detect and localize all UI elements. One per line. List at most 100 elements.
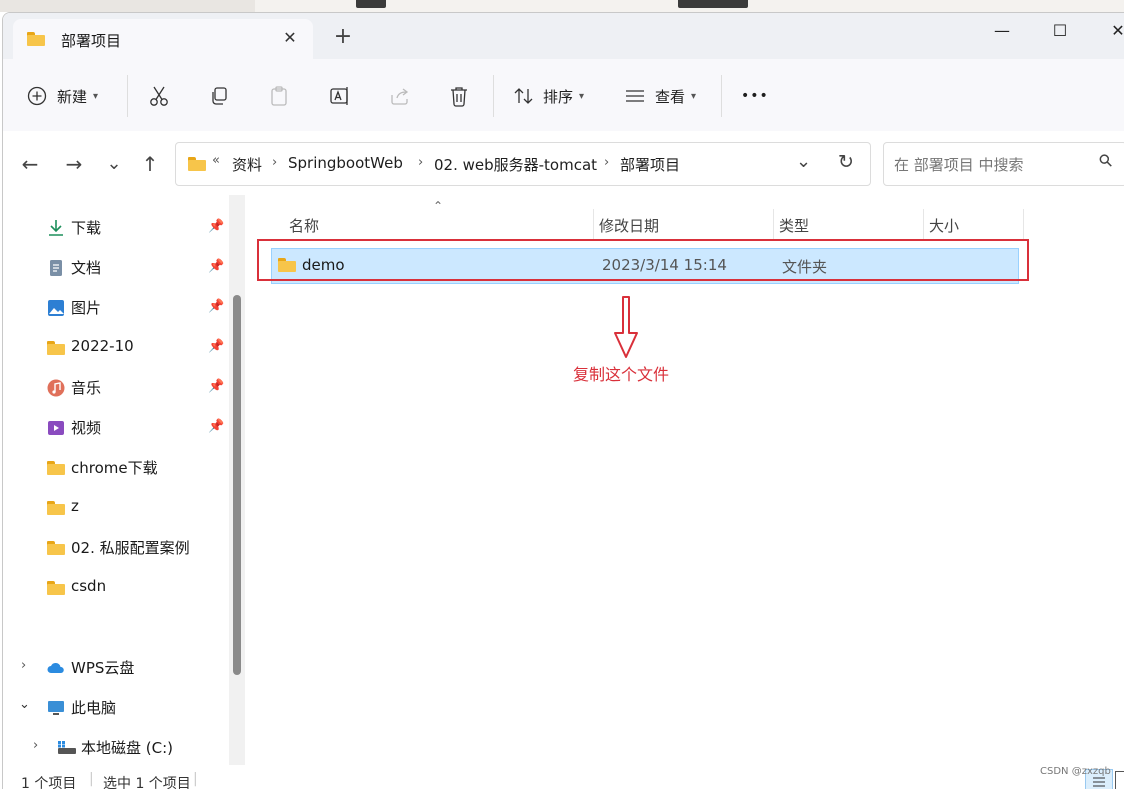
- new-tab-button[interactable]: +: [329, 23, 357, 51]
- divider: |: [193, 771, 198, 787]
- sort-label: 排序: [543, 87, 574, 106]
- pin-icon: 📌: [208, 259, 225, 274]
- pictures-icon: [48, 300, 64, 316]
- rename-button[interactable]: [329, 81, 351, 111]
- column-divider[interactable]: [1023, 209, 1024, 239]
- more-options-button[interactable]: •••: [741, 81, 769, 111]
- column-divider[interactable]: [773, 209, 774, 239]
- address-dropdown-button[interactable]: ⌄: [796, 151, 811, 172]
- chevron-down-icon[interactable]: ⌄: [19, 697, 30, 712]
- pin-icon: 📌: [208, 419, 225, 434]
- sidebar-item-label: 图片: [71, 299, 102, 317]
- sidebar-item-z[interactable]: z: [3, 488, 217, 528]
- title-bar: 部署项目 ✕ + — ☐ ✕: [3, 13, 1124, 59]
- paste-button[interactable]: [269, 81, 289, 111]
- pin-icon: 📌: [208, 299, 225, 314]
- folder-icon: [47, 499, 65, 517]
- up-button[interactable]: ↑: [135, 149, 165, 179]
- search-box[interactable]: 在 部署项目 中搜索 ⚲: [883, 142, 1124, 186]
- navigation-pane: 下载 📌 文档 📌 图片 📌 2022-10 📌 音乐 📌 视频 📌 chrom…: [3, 195, 233, 765]
- annotation-text: 复制这个文件: [573, 365, 670, 384]
- music-icon: [47, 379, 65, 397]
- pin-icon: 📌: [208, 219, 225, 234]
- tiles-view-button[interactable]: [1115, 771, 1124, 789]
- item-count: 1 个项目: [21, 776, 77, 789]
- column-header-type[interactable]: 类型: [779, 215, 809, 236]
- video-icon: [48, 421, 64, 435]
- tab-close-button[interactable]: ✕: [279, 27, 301, 49]
- back-button[interactable]: ←: [15, 149, 45, 179]
- forward-button[interactable]: →: [59, 149, 89, 179]
- close-window-button[interactable]: ✕: [1089, 13, 1124, 53]
- copy-button[interactable]: [209, 81, 229, 111]
- sidebar-item-label: csdn: [71, 577, 107, 595]
- sidebar-item-wps-cloud[interactable]: › WPS云盘: [3, 648, 217, 688]
- delete-button[interactable]: [449, 81, 469, 111]
- chevron-down-icon: ▾: [691, 90, 697, 102]
- search-icon[interactable]: ⚲: [1095, 150, 1118, 173]
- sidebar-item-2022-10[interactable]: 2022-10 📌: [3, 328, 224, 368]
- computer-icon: [48, 701, 64, 715]
- tab-current[interactable]: 部署项目 ✕: [13, 19, 313, 59]
- sidebar-item-label: z: [71, 497, 79, 515]
- clipboard-icon: [271, 86, 287, 106]
- folder-icon: [27, 32, 45, 46]
- folder-icon: [47, 539, 65, 557]
- sidebar-item-chrome-downloads[interactable]: chrome下载: [3, 448, 217, 488]
- sidebar-item-local-disk[interactable]: › 本地磁盘 (C:): [3, 728, 217, 768]
- copy-icon: [212, 87, 227, 105]
- chevron-right-icon: ›: [604, 155, 610, 170]
- sidebar-item-private-config[interactable]: 02. 私服配置案例: [3, 528, 217, 568]
- sidebar-item-videos[interactable]: 视频 📌: [3, 408, 225, 448]
- folder-icon: [47, 339, 65, 357]
- overflow-crumb[interactable]: «: [212, 153, 220, 168]
- column-divider[interactable]: [923, 209, 924, 239]
- divider: |: [89, 771, 94, 787]
- document-icon: [50, 260, 62, 276]
- maximize-button[interactable]: ☐: [1031, 13, 1089, 53]
- trash-icon: [451, 87, 467, 107]
- chevron-right-icon: ›: [418, 155, 424, 170]
- breadcrumb-item[interactable]: SpringbootWeb: [288, 154, 403, 172]
- chevron-down-icon: ▾: [93, 90, 99, 102]
- chevron-right-icon[interactable]: ›: [21, 658, 26, 673]
- sidebar-scrollbar-thumb[interactable]: [233, 295, 241, 675]
- sort-button[interactable]: 排序 ▾: [513, 81, 584, 111]
- address-bar[interactable]: « 资料 › SpringbootWeb › 02. web服务器-tomcat…: [175, 142, 871, 186]
- minimize-button[interactable]: —: [973, 13, 1031, 53]
- sidebar-item-music[interactable]: 音乐 📌: [3, 368, 225, 408]
- column-header-name[interactable]: 名称: [289, 215, 319, 236]
- breadcrumb-item[interactable]: 部署项目: [620, 154, 680, 175]
- pin-icon: 📌: [208, 379, 225, 394]
- sort-ascending-icon: ⌃: [433, 199, 444, 213]
- column-header-size[interactable]: 大小: [929, 215, 959, 236]
- breadcrumb-item[interactable]: 资料: [232, 154, 262, 175]
- share-button[interactable]: [389, 81, 411, 111]
- column-header-date[interactable]: 修改日期: [599, 215, 659, 236]
- sidebar-item-label: 此电脑: [71, 699, 117, 717]
- annotation-arrow-icon: [614, 296, 638, 358]
- view-list-icon: [626, 90, 644, 102]
- refresh-button[interactable]: ↻: [838, 151, 854, 173]
- file-explorer-window: 部署项目 ✕ + — ☐ ✕ 新建 ▾ 排序 ▾ 查看 ▾ ••• ← → ⌄ …: [2, 12, 1124, 789]
- recent-locations-button[interactable]: ⌄: [99, 149, 129, 179]
- column-divider[interactable]: [593, 209, 594, 239]
- share-icon: [391, 88, 409, 105]
- sidebar-item-downloads[interactable]: 下载 📌: [3, 208, 225, 248]
- chevron-right-icon[interactable]: ›: [33, 738, 38, 753]
- sidebar-item-documents[interactable]: 文档 📌: [3, 248, 225, 288]
- sidebar-item-pictures[interactable]: 图片 📌: [3, 288, 225, 328]
- sidebar-item-label: chrome下载: [71, 459, 158, 477]
- status-bar: 1 个项目 | 选中 1 个项目 |: [3, 765, 1124, 789]
- download-icon: [49, 220, 63, 236]
- sidebar-item-this-pc[interactable]: ⌄ 此电脑: [3, 688, 217, 728]
- new-button[interactable]: 新建 ▾: [27, 81, 98, 111]
- sidebar-item-label: WPS云盘: [71, 659, 135, 677]
- view-button[interactable]: 查看 ▾: [625, 81, 696, 111]
- breadcrumb-item[interactable]: 02. web服务器-tomcat: [434, 154, 597, 175]
- address-row: ← → ⌄ ↑ « 资料 › SpringbootWeb › 02. web服务…: [3, 131, 1124, 195]
- cut-button[interactable]: [149, 81, 169, 111]
- sidebar-item-csdn[interactable]: csdn: [3, 568, 217, 608]
- divider: [127, 75, 128, 117]
- annotation-highlight-box: [257, 239, 1029, 281]
